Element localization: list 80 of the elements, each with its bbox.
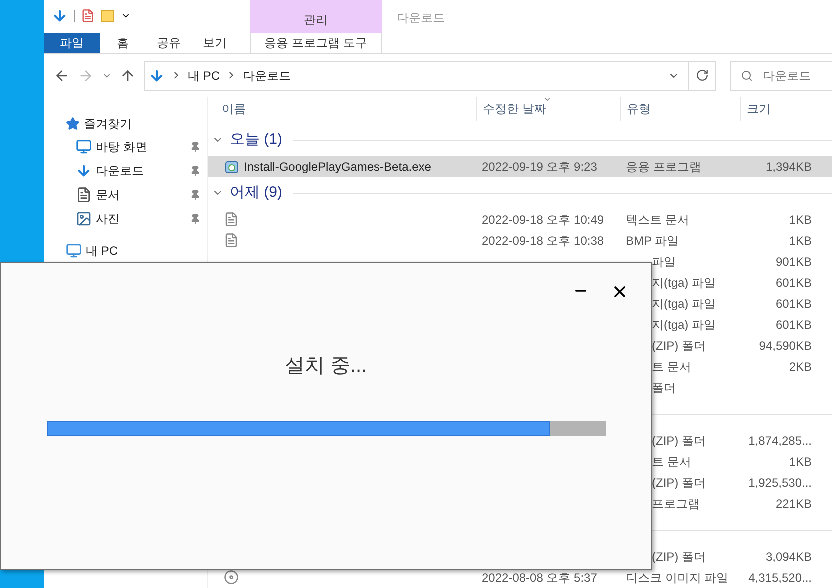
search-field[interactable]: 다운로드 (730, 60, 832, 91)
type-cell-text: 디스크 이미지 파일 (625, 570, 730, 586)
address-bar[interactable]: 내 PC 다운로드 (144, 60, 689, 91)
type-cell-text: (ZIP) 폴더 (651, 338, 707, 354)
type-cell-text: 트 문서 (651, 358, 692, 376)
star-icon (66, 117, 80, 131)
size-cell-text: 3,094KB (764, 548, 813, 566)
type-cell-text: 폴더 (651, 380, 677, 396)
file-row[interactable]: Install-GooglePlayGames-Beta.exe 2022-09-19 오후 9:23 응용 프로그램 1,394KB (208, 156, 832, 177)
picture-icon (76, 211, 92, 227)
download-icon[interactable] (52, 8, 68, 24)
group-header[interactable]: 어제 (9) (230, 182, 282, 204)
nav-item[interactable]: 다운로드 (44, 159, 207, 183)
dialog-title: 설치 중... (284, 354, 368, 379)
sort-icon (543, 95, 552, 104)
document-icon (76, 187, 92, 203)
ribbon-tab[interactable]: 파일 (44, 32, 100, 54)
type-cell-text: (ZIP) 폴더 (651, 432, 707, 450)
type-cell-text: (ZIP) 폴더 (651, 548, 707, 566)
nav-item[interactable]: 내 PC (44, 240, 207, 262)
type-cell-text: 응용 프로그램 (625, 158, 702, 176)
nav-item[interactable]: 문서 (44, 183, 207, 207)
type-cell-text: 파일 (651, 254, 677, 270)
type-cell-text: BMP 파일 (625, 232, 680, 250)
monitor-icon (76, 139, 92, 155)
size-cell-text: 2KB (788, 358, 813, 376)
ribbon-tab[interactable]: 보기 (192, 32, 238, 54)
size-cell-text: 1,874,285... (748, 432, 813, 450)
column-header[interactable]: 수정한 날짜 (476, 97, 620, 121)
type-cell-text: 지(tga) 파일 (651, 316, 718, 334)
path-segment[interactable]: 내 PC (188, 66, 220, 85)
date-cell-text: 2022-09-18 오후 10:49 (481, 212, 606, 228)
column-header[interactable]: 유형 (620, 97, 740, 121)
ribbon-tab[interactable]: 응용 프로그램 도구 (250, 32, 382, 54)
size-cell-text: 601KB (774, 274, 813, 292)
context-tab-label: 관리 (304, 12, 328, 29)
group-header[interactable]: 오늘 (1) (230, 128, 282, 152)
size-cell-text: 1KB (788, 212, 813, 228)
back-icon[interactable] (54, 68, 70, 84)
size-cell-text: 1,925,530... (748, 474, 813, 492)
disc-icon (224, 570, 239, 585)
download-icon (149, 68, 165, 84)
type-cell-text: 프로그램 (651, 496, 701, 512)
size-cell-text: 1KB (788, 454, 813, 470)
size-cell-text: 94,590KB (758, 338, 813, 354)
type-cell-text: 텍스트 문서 (625, 212, 690, 228)
size-cell-text: 601KB (774, 316, 813, 334)
type-cell-text: 지(tga) 파일 (651, 274, 718, 292)
nav-item[interactable]: 즐겨찾기 (44, 113, 207, 135)
column-header[interactable]: 크기 (740, 97, 816, 121)
column-header[interactable]: 이름 (208, 97, 476, 121)
date-cell-text: 2022-08-08 오후 5:37 (481, 570, 598, 586)
file-icon (224, 233, 239, 248)
size-cell-text: 1KB (788, 232, 813, 250)
path-segment[interactable]: 다운로드 (243, 66, 292, 85)
type-cell-text: 트 문서 (651, 454, 692, 470)
download-icon (76, 163, 92, 179)
type-cell-text: (ZIP) 폴더 (651, 474, 707, 492)
monitor-icon (66, 243, 82, 259)
up-icon[interactable] (120, 68, 136, 84)
ribbon-tab[interactable]: 공유 (146, 32, 192, 54)
refresh-button[interactable] (688, 60, 716, 91)
size-cell-text: 601KB (774, 296, 813, 312)
nav-item[interactable]: 바탕 화면 (44, 135, 207, 159)
installer-icon (224, 158, 240, 174)
date-cell-text: 2022-09-19 오후 9:23 (481, 158, 598, 176)
size-cell-text: 4,315,520... (748, 570, 813, 586)
file-icon (224, 212, 239, 227)
size-cell-text: 1,394KB (764, 158, 813, 176)
nav-item[interactable]: 사진 (44, 207, 207, 231)
refresh-icon (696, 69, 708, 82)
type-cell-text: 지(tga) 파일 (651, 296, 718, 312)
size-cell-text: 221KB (774, 496, 813, 512)
window-title: 다운로드 (396, 10, 445, 27)
search-icon (741, 70, 753, 82)
size-cell-text: 901KB (774, 254, 813, 270)
date-cell-text: 2022-09-18 오후 10:38 (481, 232, 606, 250)
ribbon-tab[interactable]: 홈 (100, 32, 146, 54)
file-name: Install-GooglePlayGames-Beta.exe (244, 158, 432, 176)
search-placeholder: 다운로드 (763, 68, 811, 85)
